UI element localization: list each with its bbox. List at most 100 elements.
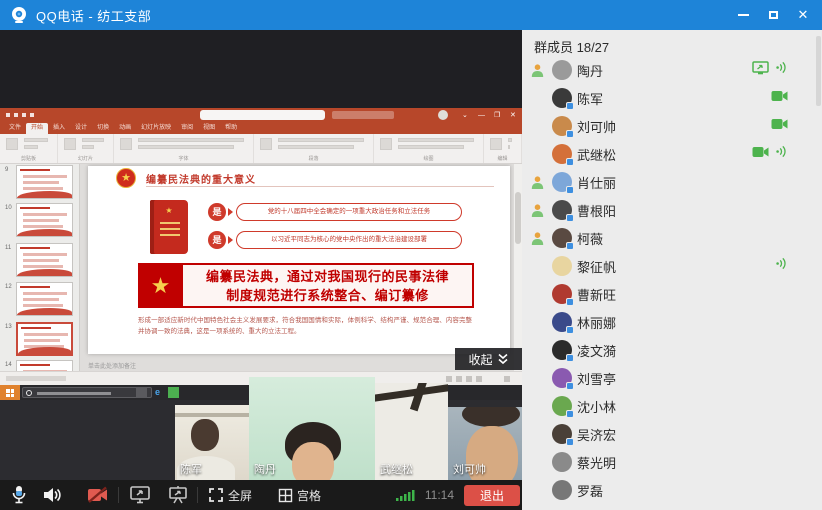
presence-placeholder	[530, 455, 548, 470]
sidebar-scrollbar[interactable]	[816, 34, 821, 506]
slide-point: 以习近平同志为核心的党中央作出的重大法治建设部署	[236, 231, 462, 249]
member-avatar	[552, 200, 572, 220]
whiteboard-button[interactable]	[167, 485, 189, 505]
ppt-slide-thumbnail-panel: 91011121314	[0, 164, 80, 371]
ppt-search-box	[200, 110, 325, 120]
video-participant-name: 刘可帅	[453, 461, 486, 477]
national-emblem-icon: ★	[116, 168, 136, 188]
member-avatar	[552, 396, 572, 416]
member-avatar	[552, 368, 572, 388]
point-marker: 是	[208, 231, 226, 249]
member-status-icons	[752, 61, 788, 80]
presence-placeholder	[530, 483, 548, 498]
slide-number: 11	[5, 245, 11, 251]
close-button[interactable]: ✕	[788, 0, 818, 30]
qq-status-badge	[566, 382, 574, 390]
ppt-titlebar: ⌄ — ❐ ✕	[0, 108, 522, 122]
ppt-ribbon: 剪贴板幻灯片字体段落绘图编辑	[0, 134, 522, 164]
ppt-user-avatar	[438, 110, 448, 120]
member-name: 蔡光明	[577, 453, 788, 472]
member-name: 刘可帅	[577, 117, 771, 136]
civil-code-book-graphic: ★	[150, 200, 188, 254]
presence-placeholder	[530, 315, 548, 330]
taskbar-search-box	[22, 387, 152, 398]
video-tile[interactable]: 陈军	[175, 405, 249, 480]
member-row[interactable]: 曹新旺	[522, 280, 822, 308]
taskbar-app-icon	[168, 387, 179, 398]
in-call-person-icon	[530, 63, 548, 78]
member-name: 凌文漪	[577, 341, 788, 360]
slide-number: 9	[5, 167, 8, 173]
slide-thumbnail	[16, 165, 73, 199]
member-name: 罗磊	[577, 481, 788, 500]
member-row[interactable]: 蔡光明	[522, 448, 822, 476]
slide-number: 13	[5, 324, 12, 330]
qq-status-badge	[566, 298, 574, 306]
member-status-icons	[775, 257, 788, 275]
qq-status-badge	[566, 130, 574, 138]
ppt-ribbon-group: 幻灯片	[58, 134, 114, 163]
collapse-panel-button[interactable]: 收起	[455, 348, 522, 370]
member-row[interactable]: 刘雪亭	[522, 364, 822, 392]
member-row[interactable]: 沈小林	[522, 392, 822, 420]
double-chevron-down-icon	[497, 353, 509, 365]
share-screen-button[interactable]	[129, 485, 151, 505]
member-row[interactable]: 黎征帆	[522, 252, 822, 280]
member-row[interactable]: 罗磊	[522, 476, 822, 504]
member-name: 陈军	[577, 89, 771, 108]
camera-off-button[interactable]	[86, 485, 110, 505]
video-tile[interactable]: 武继松	[375, 383, 448, 480]
minimize-button[interactable]	[728, 0, 758, 30]
ppt-restore-icon: ❐	[494, 112, 500, 119]
exit-call-button[interactable]: 退出	[464, 485, 520, 506]
member-name: 武继松	[577, 145, 752, 164]
slide-number: 12	[5, 284, 12, 290]
ppt-close-icon: ✕	[510, 112, 516, 119]
ppt-mode-badge	[332, 111, 394, 119]
toolbar-divider	[118, 487, 119, 503]
member-row[interactable]: 吴济宏	[522, 420, 822, 448]
member-row[interactable]: 陶丹	[522, 56, 822, 84]
member-avatar	[552, 340, 572, 360]
speaker-button[interactable]	[42, 486, 62, 504]
member-row[interactable]: 柯薇	[522, 224, 822, 252]
qq-status-badge	[566, 326, 574, 334]
ppt-ribbon-group: 段落	[254, 134, 374, 163]
member-avatar	[552, 284, 572, 304]
qq-status-badge	[566, 158, 574, 166]
member-row[interactable]: 陈军	[522, 84, 822, 112]
presence-placeholder	[530, 147, 548, 162]
grid-view-button[interactable]: 宫格	[278, 487, 321, 504]
network-signal-icon	[395, 488, 417, 502]
presence-placeholder	[530, 91, 548, 106]
ppt-tab-7: 审阅	[176, 123, 198, 134]
video-tile[interactable]: 刘可帅	[448, 407, 522, 480]
qq-status-badge	[566, 186, 574, 194]
ppt-minimize-icon: —	[478, 112, 485, 119]
screen-share-view: ⌄ — ❐ ✕ 文件开始插入设计切换动画幻灯片放映审阅视图帮助 剪贴板幻灯片字体…	[0, 108, 522, 400]
qq-status-badge	[566, 438, 574, 446]
arrow-icon	[228, 208, 233, 216]
member-row[interactable]: 曹根阳	[522, 196, 822, 224]
titlebar: QQ电话 - 纺工支部 ✕	[0, 0, 822, 30]
member-row[interactable]: 肖仕丽	[522, 168, 822, 196]
fullscreen-button[interactable]: 全屏	[208, 487, 252, 504]
member-row[interactable]: 刘可帅	[522, 112, 822, 140]
video-tile[interactable]: 陶丹	[249, 377, 375, 480]
title-underline	[146, 186, 494, 187]
presence-placeholder	[530, 399, 548, 414]
member-row[interactable]: 凌文漪	[522, 336, 822, 364]
member-row[interactable]: 武继松	[522, 140, 822, 168]
ppt-tab-5: 动画	[114, 123, 136, 134]
qq-status-badge	[566, 214, 574, 222]
ppt-scrollbar	[514, 164, 522, 371]
slide-thumbnail	[16, 282, 73, 316]
maximize-button[interactable]	[758, 0, 788, 30]
slide-number: 10	[5, 205, 12, 211]
member-row[interactable]: 林丽娜	[522, 308, 822, 336]
microphone-button[interactable]	[10, 485, 28, 505]
ppt-tab-8: 视图	[198, 123, 220, 134]
member-avatar	[552, 228, 572, 248]
camera-icon	[771, 89, 788, 107]
slide-paragraph: 形成一部适应新时代中国特色社会主义发展要求，符合我国国情和实际，体例科学、结构严…	[138, 315, 472, 337]
